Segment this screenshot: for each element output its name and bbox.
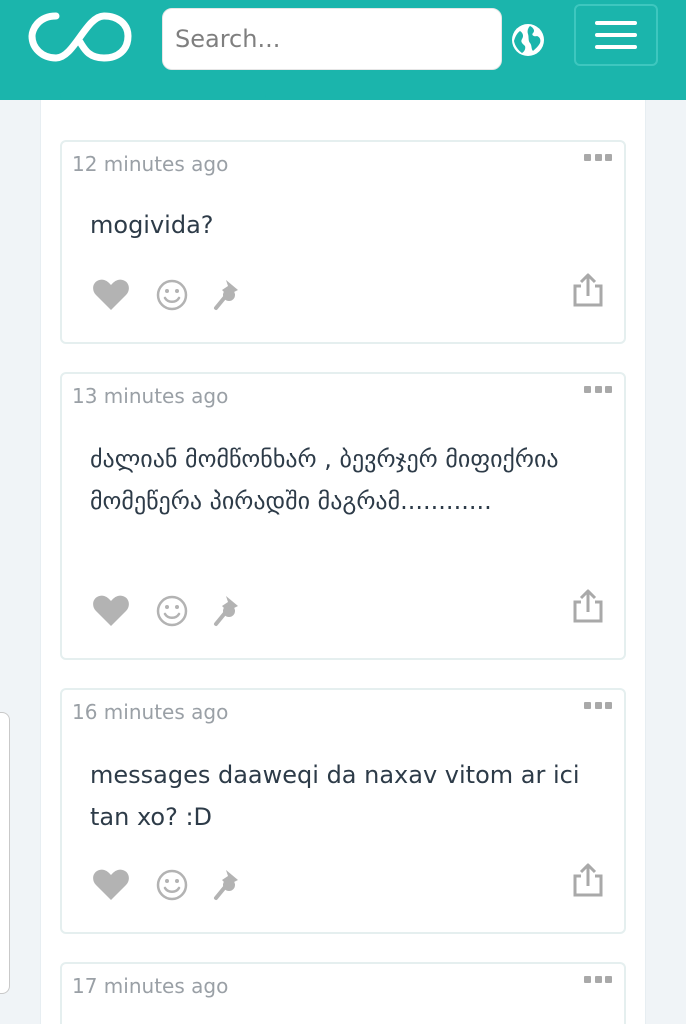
heart-icon[interactable] [92,278,130,312]
heart-icon[interactable] [92,594,130,628]
infinity-logo-icon[interactable] [26,8,134,64]
side-panel-handle[interactable] [0,712,10,994]
post-card: 13 minutes ago ძალიან მომწონხარ , ბევრჯე… [60,372,626,660]
post-card: 17 minutes ago [60,962,626,1024]
share-icon[interactable] [572,272,604,308]
smile-icon[interactable] [156,279,188,311]
post-text: messages daaweqi da naxav vitom ar ici t… [90,761,580,831]
pin-icon[interactable] [212,868,244,902]
post-timestamp: 17 minutes ago [72,974,229,998]
more-dots-icon[interactable] [584,154,612,162]
menu-bar [595,33,637,37]
share-icon[interactable] [572,862,604,898]
post-actions [92,594,244,628]
post-actions [92,278,244,312]
menu-bar [595,21,637,25]
post-timestamp: 16 minutes ago [72,700,229,724]
post-timestamp: 12 minutes ago [72,152,229,176]
share-icon[interactable] [572,588,604,624]
hamburger-menu-button[interactable] [574,4,658,66]
pin-icon[interactable] [212,594,244,628]
post-actions [92,868,244,902]
globe-icon[interactable] [510,22,546,58]
app-header [0,0,686,100]
more-dots-icon[interactable] [584,702,612,710]
post-timestamp: 13 minutes ago [72,384,229,408]
post-text: mogivida? [90,211,214,239]
more-dots-icon[interactable] [584,386,612,394]
post-card: 16 minutes ago messages daaweqi da naxav… [60,688,626,934]
post-text: ძალიან მომწონხარ , ბევრჯერ მიფიქრია მომე… [90,445,559,515]
smile-icon[interactable] [156,869,188,901]
smile-icon[interactable] [156,595,188,627]
menu-bar [595,45,637,49]
post-card: 12 minutes ago mogivida? [60,140,626,344]
pin-icon[interactable] [212,278,244,312]
heart-icon[interactable] [92,868,130,902]
search-input[interactable] [162,8,502,70]
more-dots-icon[interactable] [584,976,612,984]
